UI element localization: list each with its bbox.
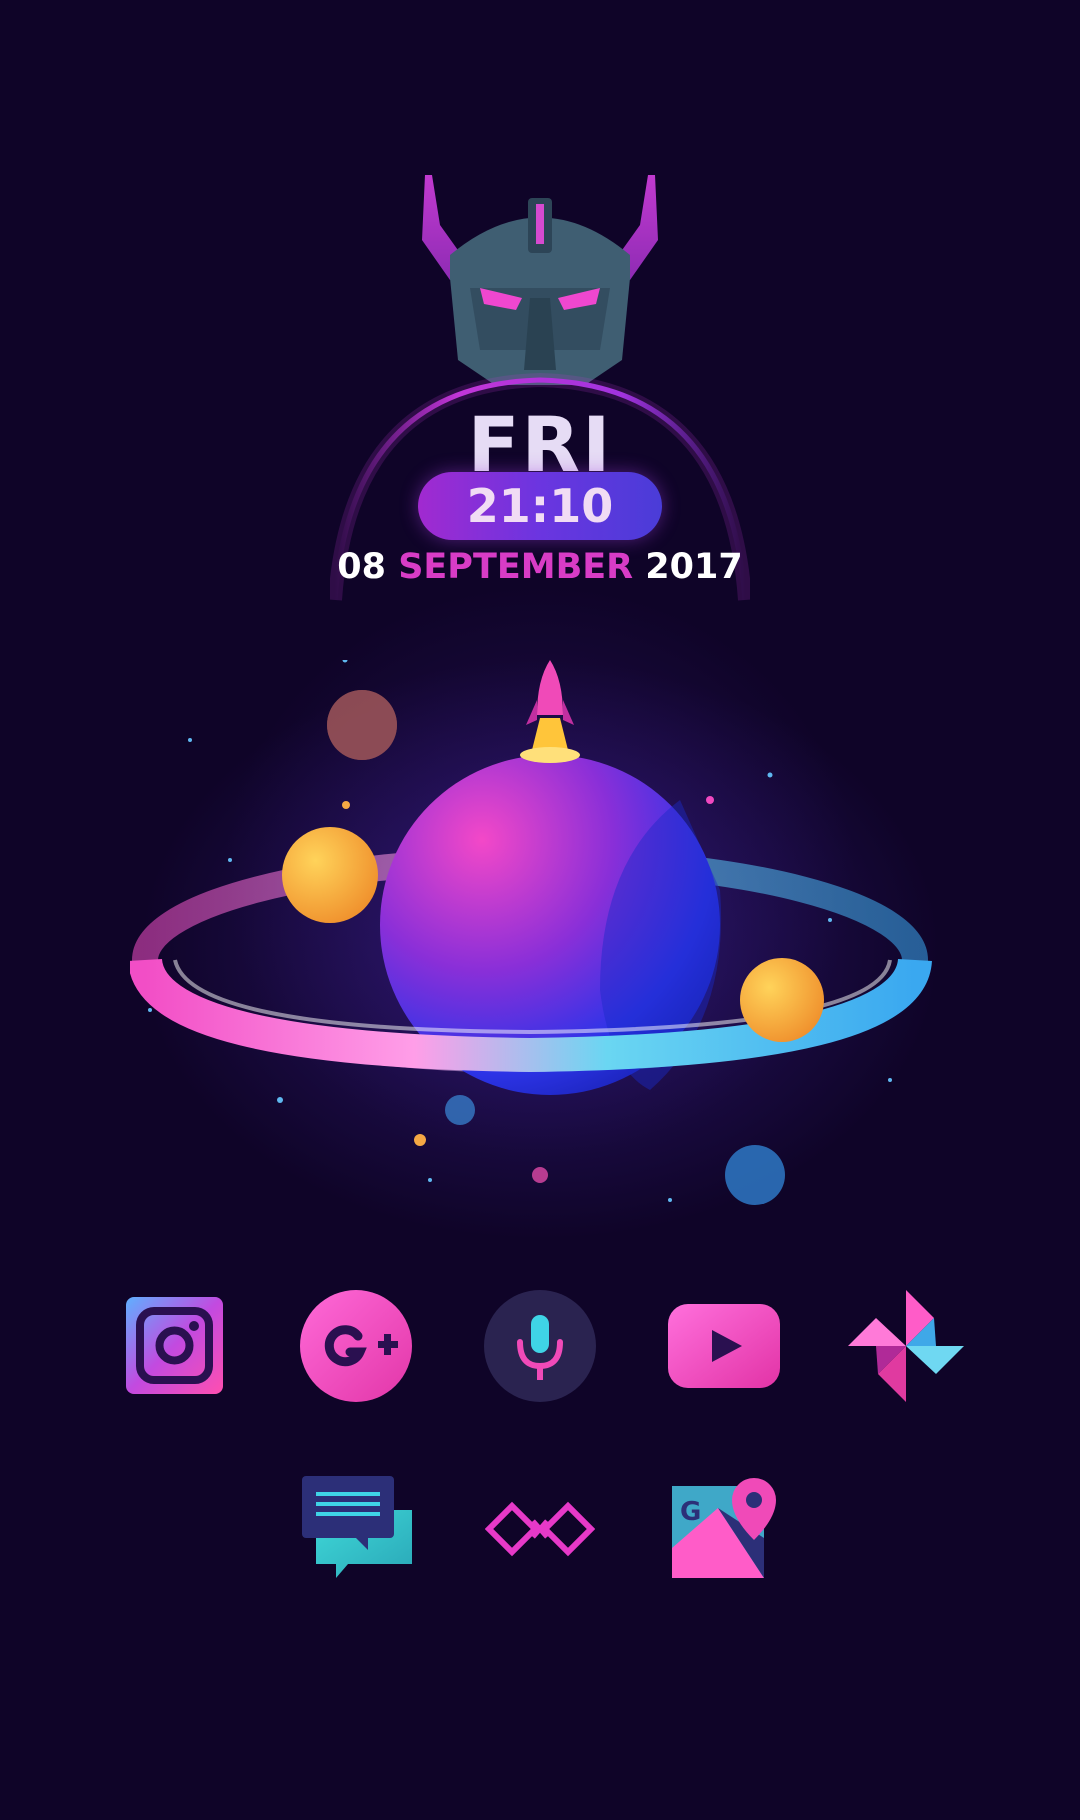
- date-year: 2017: [645, 547, 743, 587]
- home-screen: FRI 21:10 08 SEPTEMBER 2017 G: [0, 0, 1080, 1820]
- google-photos-icon[interactable]: [848, 1290, 964, 1402]
- svg-text:G: G: [680, 1497, 701, 1527]
- google-maps-icon[interactable]: G: [672, 1478, 778, 1578]
- instagram-icon[interactable]: [126, 1297, 223, 1394]
- messages-icon[interactable]: [302, 1476, 412, 1580]
- helmet-mascot-image: [422, 175, 658, 385]
- link-icon[interactable]: [485, 1500, 595, 1558]
- date-day: 08: [337, 547, 386, 587]
- date-month: SEPTEMBER: [398, 547, 634, 587]
- clock-time-pill[interactable]: 21:10: [418, 472, 662, 540]
- planet-wallpaper-image: [130, 660, 940, 1240]
- voice-search-icon[interactable]: [484, 1290, 596, 1402]
- youtube-icon[interactable]: [668, 1304, 780, 1388]
- clock-date: 08 SEPTEMBER 2017: [0, 544, 1080, 590]
- google-plus-icon[interactable]: [300, 1290, 412, 1402]
- clock-time: 21:10: [466, 479, 614, 533]
